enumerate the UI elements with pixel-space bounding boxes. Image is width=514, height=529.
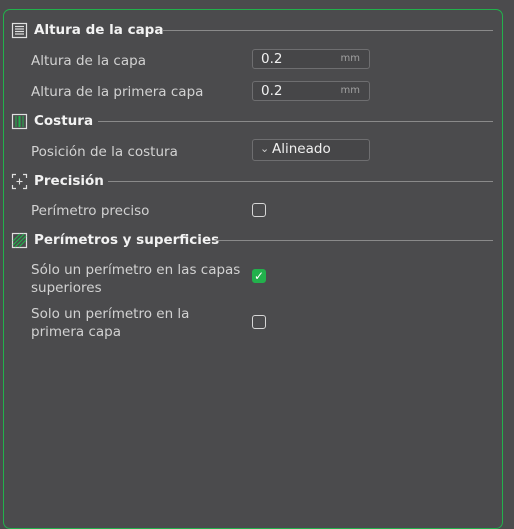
seam-position-dropdown[interactable]: ⌄ Alineado [252,139,370,161]
unit-label: mm [340,85,360,96]
setting-label-top-one-wall-line1: Sólo un perímetro en las capas [31,262,241,278]
section-header-seam: Costura [11,111,93,131]
section-header-precision: Precisión [11,171,104,191]
section-divider [108,181,493,182]
setting-label-precise-wall: Perímetro preciso [31,203,150,219]
setting-label-seam-position: Posición de la costura [31,144,178,160]
section-title: Altura de la capa [34,22,164,38]
setting-label-first-layer-height: Altura de la primera capa [31,84,204,100]
layer-height-input[interactable]: 0.2 mm [252,49,370,69]
setting-label-layer-height: Altura de la capa [31,53,146,69]
section-title: Precisión [34,173,104,189]
unit-label: mm [340,53,360,64]
precise-wall-checkbox[interactable] [252,203,266,217]
seam-icon [11,113,28,130]
chevron-down-icon: ⌄ [260,142,270,155]
section-title: Perímetros y superficies [34,232,220,248]
section-title: Costura [34,113,94,129]
first-layer-one-wall-checkbox[interactable] [252,315,266,329]
checkmark-icon: ✓ [254,269,265,283]
top-one-wall-checkbox[interactable]: ✓ [252,269,266,283]
layer-height-icon [11,22,28,39]
precision-icon [11,173,28,190]
first-layer-height-input[interactable]: 0.2 mm [252,81,370,101]
section-divider [162,30,493,31]
walls-surfaces-icon [11,232,28,249]
layer-height-value: 0.2 [261,51,283,67]
setting-label-first-layer-one-wall-line1: Solo un perímetro en la [31,306,190,322]
section-header-layer-height: Altura de la capa [11,20,163,40]
first-layer-height-value: 0.2 [261,83,283,99]
section-divider [98,121,493,122]
seam-position-value: Alineado [272,141,331,157]
setting-label-first-layer-one-wall-line2: primera capa [31,324,121,340]
setting-label-top-one-wall-line2: superiores [31,280,102,296]
section-header-walls-surfaces: Perímetros y superficies [11,230,219,250]
section-divider [212,240,493,241]
